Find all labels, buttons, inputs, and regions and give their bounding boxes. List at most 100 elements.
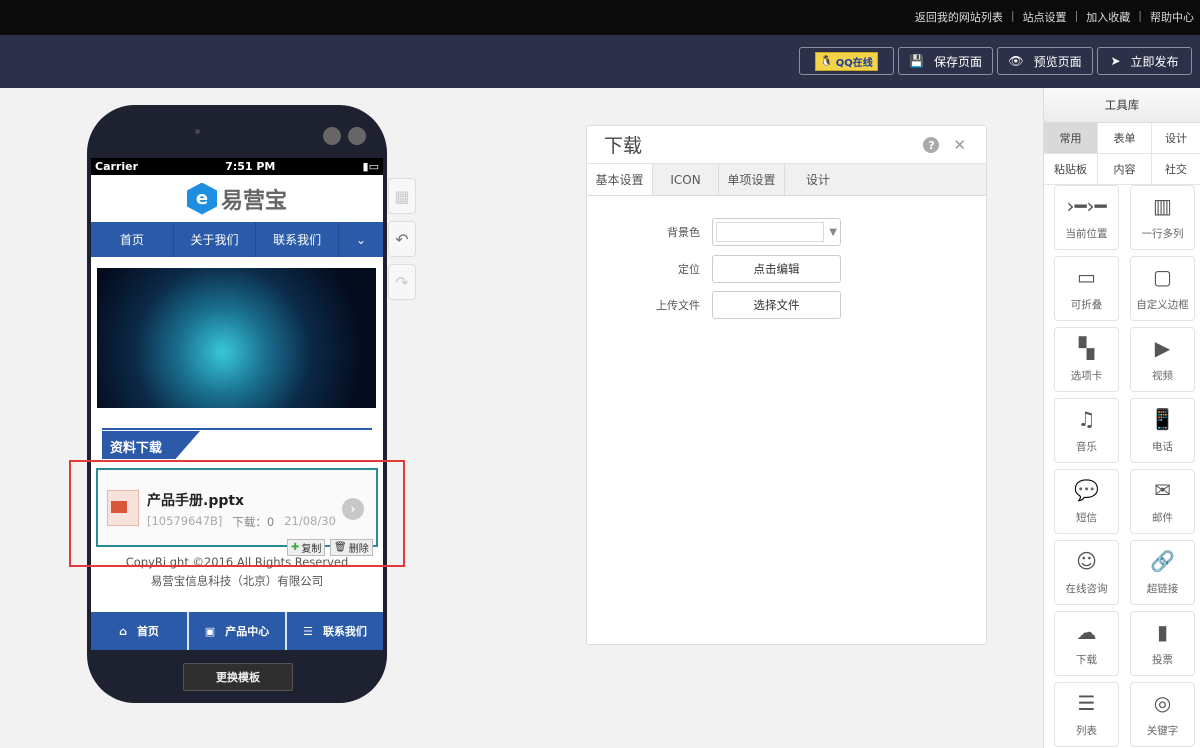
tool-tile[interactable]: 🔗 超链接	[1130, 540, 1195, 605]
tool-label: 视频	[1152, 370, 1173, 382]
chevron-down-icon[interactable]: ⌄	[339, 222, 383, 257]
bottom-nav-contact[interactable]: ☰ 联系我们	[287, 612, 383, 650]
qq-online-button[interactable]: 🐧 QQ在线	[799, 47, 894, 75]
bottom-nav-label: 首页	[136, 625, 159, 638]
tab-basic[interactable]: 基本设置	[587, 164, 653, 195]
tool-label: 可折叠	[1070, 299, 1103, 311]
nav-home[interactable]: 首页	[91, 222, 174, 257]
bottom-nav-home[interactable]: ⌂ 首页	[91, 612, 189, 650]
tab-design[interactable]: 设计	[1152, 123, 1200, 154]
qq-badge: 🐧 QQ在线	[815, 51, 878, 71]
panel-tabs: 基本设置 ICON 单项设置 设计	[587, 164, 986, 196]
section-title: 资料下载	[102, 431, 200, 459]
tool-label: 一行多列	[1141, 228, 1184, 240]
publish-button[interactable]: ➤ 立即发布	[1097, 47, 1192, 75]
tab-social[interactable]: 社交	[1152, 154, 1200, 185]
battery-icon: ▮▭	[362, 160, 379, 173]
tab-common[interactable]: 常用	[1044, 123, 1098, 154]
tool-tile[interactable]: ◎ 关键字	[1130, 682, 1195, 747]
support-icon: ☺	[1076, 549, 1097, 573]
tool-tile[interactable]: ✉ 邮件	[1130, 469, 1195, 534]
module-settings-panel: 下载 ? ✕ 基本设置 ICON 单项设置 设计 背景色 ▼ 定位 点击编辑 上传…	[586, 125, 987, 645]
help-icon[interactable]: ?	[923, 137, 940, 153]
nav-about[interactable]: 关于我们	[174, 222, 257, 257]
tool-tile[interactable]: ›━›━ 当前位置	[1054, 185, 1119, 250]
tool-label: 下载	[1076, 654, 1097, 666]
tool-label: 超链接	[1146, 583, 1179, 595]
link-favorite[interactable]: 加入收藏	[1086, 9, 1130, 25]
link-site-settings[interactable]: 站点设置	[1023, 9, 1067, 25]
tool-tile[interactable]: ☰ 列表	[1054, 682, 1119, 747]
tool-label: 音乐	[1076, 441, 1097, 453]
clock: 7:51 PM	[225, 160, 276, 173]
tab-clipboard[interactable]: 粘贴板	[1044, 154, 1098, 185]
tool-tile[interactable]: ♫ 音乐	[1054, 398, 1119, 463]
tool-tile[interactable]: ▮ 投票	[1130, 611, 1195, 676]
keyword-target-icon: ◎	[1153, 691, 1172, 715]
nav-contact[interactable]: 联系我们	[256, 222, 340, 257]
tool-tile[interactable]: ▶ 视频	[1130, 327, 1195, 392]
tab-form[interactable]: 表单	[1098, 123, 1152, 154]
background-color-select[interactable]: ▼	[712, 218, 841, 246]
edit-position-button[interactable]: 点击编辑	[712, 255, 841, 283]
tab-item-settings[interactable]: 单项设置	[719, 164, 785, 195]
phone-icon: 📱	[1150, 407, 1175, 431]
gallery-icon: ▣	[204, 624, 216, 638]
separator: |	[1074, 9, 1079, 22]
list-icon: ☰	[303, 624, 313, 638]
change-template-button[interactable]: 更换模板	[183, 663, 293, 691]
vote-icon: ▮	[1156, 620, 1168, 644]
music-icon: ♫	[1077, 407, 1096, 431]
dropdown-arrow-icon: ▼	[829, 226, 837, 238]
tool-tile[interactable]: ▚ 选项卡	[1054, 327, 1119, 392]
chart-icon[interactable]	[348, 127, 366, 145]
video-icon: ▶	[1154, 336, 1171, 360]
download-cloud-icon: ☁	[1076, 620, 1097, 644]
tool-label: 在线咨询	[1065, 583, 1108, 595]
link-help[interactable]: 帮助中心	[1150, 9, 1194, 25]
frame-icon: ▢	[1153, 265, 1172, 289]
redo-icon[interactable]: ↷	[388, 264, 416, 300]
toolbox-sidebar: 工具库 常用 表单 设计 粘贴板 内容 社交 ›━›━ 当前位置 ▥ 一行多列 ▭ 可折叠…	[1043, 88, 1200, 748]
link-my-sites[interactable]: 返回我的网站列表	[915, 9, 1003, 25]
tool-label: 列表	[1076, 725, 1097, 737]
tool-tile[interactable]: ☺ 在线咨询	[1054, 540, 1119, 605]
tool-tile[interactable]: ▥ 一行多列	[1130, 185, 1195, 250]
banner-image	[97, 268, 376, 408]
tool-label: 当前位置	[1065, 228, 1108, 240]
field-label: 定位	[678, 263, 700, 276]
save-page-button[interactable]: 💾 保存页面	[898, 47, 993, 75]
bottom-nav-products[interactable]: ▣ 产品中心	[189, 612, 287, 650]
close-icon[interactable]: ✕	[953, 136, 966, 154]
toolbox-tabs: 常用 表单 设计 粘贴板 内容 社交	[1044, 123, 1200, 185]
wechat-icon[interactable]	[323, 127, 341, 145]
status-bar: Carrier 7:51 PM ▮▭	[91, 158, 383, 175]
undo-icon[interactable]: ↶	[388, 221, 416, 257]
tool-tile[interactable]: ▭ 可折叠	[1054, 256, 1119, 321]
editor-header: 🐧 QQ在线 💾 保存页面 👁 预览页面 ➤ 立即发布	[0, 35, 1200, 88]
tab-design[interactable]: 设计	[785, 164, 851, 195]
tool-tile[interactable]: 💬 短信	[1054, 469, 1119, 534]
tool-tile[interactable]: ▢ 自定义边框	[1130, 256, 1195, 321]
tab-icon[interactable]: ICON	[653, 164, 719, 195]
tab-content[interactable]: 内容	[1098, 154, 1152, 185]
tool-tile[interactable]: 📱 电话	[1130, 398, 1195, 463]
tool-tile[interactable]: ☁ 下载	[1054, 611, 1119, 676]
site-logo[interactable]: e 易营宝	[91, 175, 383, 222]
section-divider	[102, 428, 372, 430]
logo-text: 易营宝	[220, 188, 287, 214]
tool-label: 关键字	[1146, 725, 1179, 737]
color-value	[716, 222, 824, 242]
choose-file-button[interactable]: 选择文件	[712, 291, 841, 319]
site-nav: 首页 关于我们 联系我们 ⌄	[91, 222, 383, 257]
collapse-icon: ▭	[1077, 265, 1096, 289]
bottom-nav: ⌂ 首页 ▣ 产品中心 ☰ 联系我们	[91, 612, 383, 650]
sms-icon: 💬	[1074, 478, 1099, 502]
columns-icon: ▥	[1153, 194, 1172, 218]
save-icon: 💾	[909, 54, 924, 68]
preview-page-button[interactable]: 👁 预览页面	[997, 47, 1093, 75]
qr-code-icon[interactable]: ▦	[388, 178, 416, 214]
home-icon: ⌂	[119, 624, 127, 638]
link-icon: 🔗	[1150, 549, 1175, 573]
separator: |	[1138, 9, 1142, 22]
